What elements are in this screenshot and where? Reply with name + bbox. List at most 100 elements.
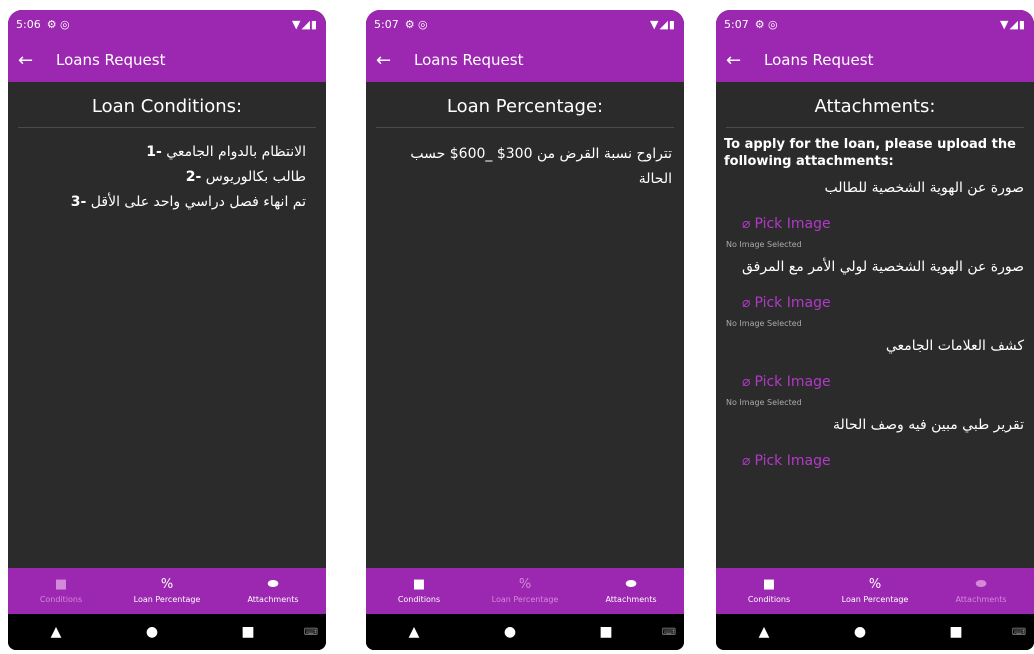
pick-image-label: Pick Image xyxy=(754,453,831,469)
tab-loan-percentage[interactable]: % Loan Percentage xyxy=(114,568,220,614)
tab-attachments[interactable]: ⬬ Attachments xyxy=(928,568,1034,614)
signal-battery-icon: ▼◢▮ xyxy=(1000,17,1026,31)
pick-image-label: Pick Image xyxy=(754,216,831,232)
bottom-navigation: ■ Conditions % Loan Percentage ⬬ Attachment… xyxy=(8,568,326,614)
pick-image-button[interactable]: ⌀ Pick Image xyxy=(716,196,1034,232)
condition-item: تم انهاء فصل دراسي واحد على الأقل -3 xyxy=(28,190,306,215)
tab-loan-percentage[interactable]: % Loan Percentage xyxy=(822,568,928,614)
signal-battery-icon: ▼◢▮ xyxy=(650,17,676,31)
condition-number: -1 xyxy=(146,144,162,160)
tab-label: Loan Percentage xyxy=(491,595,559,604)
tab-label: Conditions xyxy=(397,595,441,604)
app-bar: ← Loans Request xyxy=(716,38,1034,82)
condition-item: الانتظام بالدوام الجامعي -1 xyxy=(28,140,306,165)
condition-number: -3 xyxy=(70,194,87,210)
content-area: Attachments: To apply for the loan, plea… xyxy=(716,82,1034,568)
status-icons: ⚙ ◎ xyxy=(46,17,70,31)
back-arrow-icon[interactable]: ← xyxy=(726,50,756,71)
section-heading: Loan Percentage: xyxy=(446,96,604,117)
app-title: Loans Request xyxy=(56,51,166,69)
toggle-icon: ⬬ xyxy=(625,577,637,592)
phone-screen-attachments: 5:07 ⚙ ◎ ▼◢▮ ← Loans Request Attachments:… xyxy=(716,10,1034,650)
home-circle-icon[interactable]: ● xyxy=(812,624,908,640)
status-bar: 5:06 ⚙ ◎ ▼◢▮ xyxy=(8,10,326,38)
bottom-navigation: ■ Conditions % Loan Percentage ⬬ Attachment… xyxy=(366,568,684,614)
document-icon: ■ xyxy=(762,577,776,592)
content-area: Loan Percentage: تتراوح نسبة القرض من 30… xyxy=(366,82,684,568)
condition-text: الانتظام بالدوام الجامعي xyxy=(166,144,306,160)
tab-conditions[interactable]: ■ Conditions xyxy=(366,568,472,614)
tab-label: Attachments xyxy=(247,595,299,604)
keyboard-icon[interactable]: ⌨ xyxy=(654,627,684,638)
toggle-icon: ⬬ xyxy=(975,577,987,592)
attachments-intro: To apply for the loan, please upload the… xyxy=(724,137,1016,169)
back-triangle-icon[interactable]: ▲ xyxy=(366,624,462,640)
tab-label: Conditions xyxy=(39,595,83,604)
section-heading: Loan Conditions: xyxy=(91,96,243,117)
condition-number: -2 xyxy=(185,169,202,185)
signal-battery-icon: ▼◢▮ xyxy=(292,17,318,31)
paperclip-icon: ⌀ xyxy=(742,216,751,232)
phone-screen-conditions: 5:06 ⚙ ◎ ▼◢▮ ← Loans Request Loan Conditi… xyxy=(8,10,326,650)
back-arrow-icon[interactable]: ← xyxy=(18,50,48,71)
toggle-icon: ⬬ xyxy=(267,577,279,592)
status-bar: 5:07 ⚙ ◎ ▼◢▮ xyxy=(366,10,684,38)
app-bar: ← Loans Request xyxy=(8,38,326,82)
phone-screen-percentage: 5:07 ⚙ ◎ ▼◢▮ ← Loans Request Loan Percent… xyxy=(366,10,684,650)
tab-conditions[interactable]: ■ Conditions xyxy=(716,568,822,614)
content-area: Loan Conditions: الانتظام بالدوام الجامع… xyxy=(8,82,326,568)
attachment-label: كشف العلامات الجامعي xyxy=(885,338,1024,354)
no-image-status: No Image Selected xyxy=(726,240,802,249)
home-circle-icon[interactable]: ● xyxy=(104,624,200,640)
status-icons: ⚙ ◎ xyxy=(754,17,778,31)
pick-image-button[interactable]: ⌀ Pick Image xyxy=(716,275,1034,311)
pick-image-label: Pick Image xyxy=(754,374,831,390)
condition-item: طالب بكالوريوس -2 xyxy=(28,165,306,190)
section-heading: Attachments: xyxy=(814,96,936,117)
document-icon: ■ xyxy=(54,577,68,592)
app-bar: ← Loans Request xyxy=(366,38,684,82)
status-time: 5:07 xyxy=(724,17,749,31)
attachment-label: تقرير طبي مبين فيه وصف الحالة xyxy=(832,417,1024,433)
system-navigation: ▲ ● ■ ⌨ xyxy=(716,614,1034,650)
recents-square-icon[interactable]: ■ xyxy=(200,624,296,640)
tab-label: Attachments xyxy=(605,595,657,604)
back-triangle-icon[interactable]: ▲ xyxy=(716,624,812,640)
app-title: Loans Request xyxy=(414,51,524,69)
tab-label: Attachments xyxy=(955,595,1007,604)
attachment-label: صورة عن الهوية الشخصية للطالب xyxy=(824,180,1025,196)
tab-attachments[interactable]: ⬬ Attachments xyxy=(578,568,684,614)
tab-conditions[interactable]: ■ Conditions xyxy=(8,568,114,614)
no-image-status: No Image Selected xyxy=(726,319,802,328)
recents-square-icon[interactable]: ■ xyxy=(558,624,654,640)
back-arrow-icon[interactable]: ← xyxy=(376,50,406,71)
attachment-label: صورة عن الهوية الشخصية لولي الأمر مع الم… xyxy=(742,259,1024,275)
percent-icon: % xyxy=(518,577,532,592)
tab-attachments[interactable]: ⬬ Attachments xyxy=(220,568,326,614)
pick-image-button[interactable]: ⌀ Pick Image xyxy=(716,354,1034,390)
app-title: Loans Request xyxy=(764,51,874,69)
tab-label: Conditions xyxy=(747,595,791,604)
back-triangle-icon[interactable]: ▲ xyxy=(8,624,104,640)
system-navigation: ▲ ● ■ ⌨ xyxy=(366,614,684,650)
paperclip-icon: ⌀ xyxy=(742,374,751,390)
system-navigation: ▲ ● ■ ⌨ xyxy=(8,614,326,650)
percent-icon: % xyxy=(160,577,174,592)
percentage-text: تتراوح نسبة القرض من 300$ _600$ حسب الحا… xyxy=(410,146,672,187)
no-image-status: No Image Selected xyxy=(726,398,802,407)
status-time: 5:06 xyxy=(16,17,41,31)
pick-image-label: Pick Image xyxy=(754,295,831,311)
keyboard-icon[interactable]: ⌨ xyxy=(1004,627,1034,638)
status-icons: ⚙ ◎ xyxy=(404,17,428,31)
tab-label: Loan Percentage xyxy=(841,595,909,604)
tab-loan-percentage[interactable]: % Loan Percentage xyxy=(472,568,578,614)
paperclip-icon: ⌀ xyxy=(742,295,751,311)
pick-image-button[interactable]: ⌀ Pick Image xyxy=(716,433,1034,469)
bottom-navigation: ■ Conditions % Loan Percentage ⬬ Attachment… xyxy=(716,568,1034,614)
paperclip-icon: ⌀ xyxy=(742,453,751,469)
condition-text: طالب بكالوريوس xyxy=(205,169,306,185)
keyboard-icon[interactable]: ⌨ xyxy=(296,627,326,638)
document-icon: ■ xyxy=(412,577,426,592)
recents-square-icon[interactable]: ■ xyxy=(908,624,1004,640)
home-circle-icon[interactable]: ● xyxy=(462,624,558,640)
